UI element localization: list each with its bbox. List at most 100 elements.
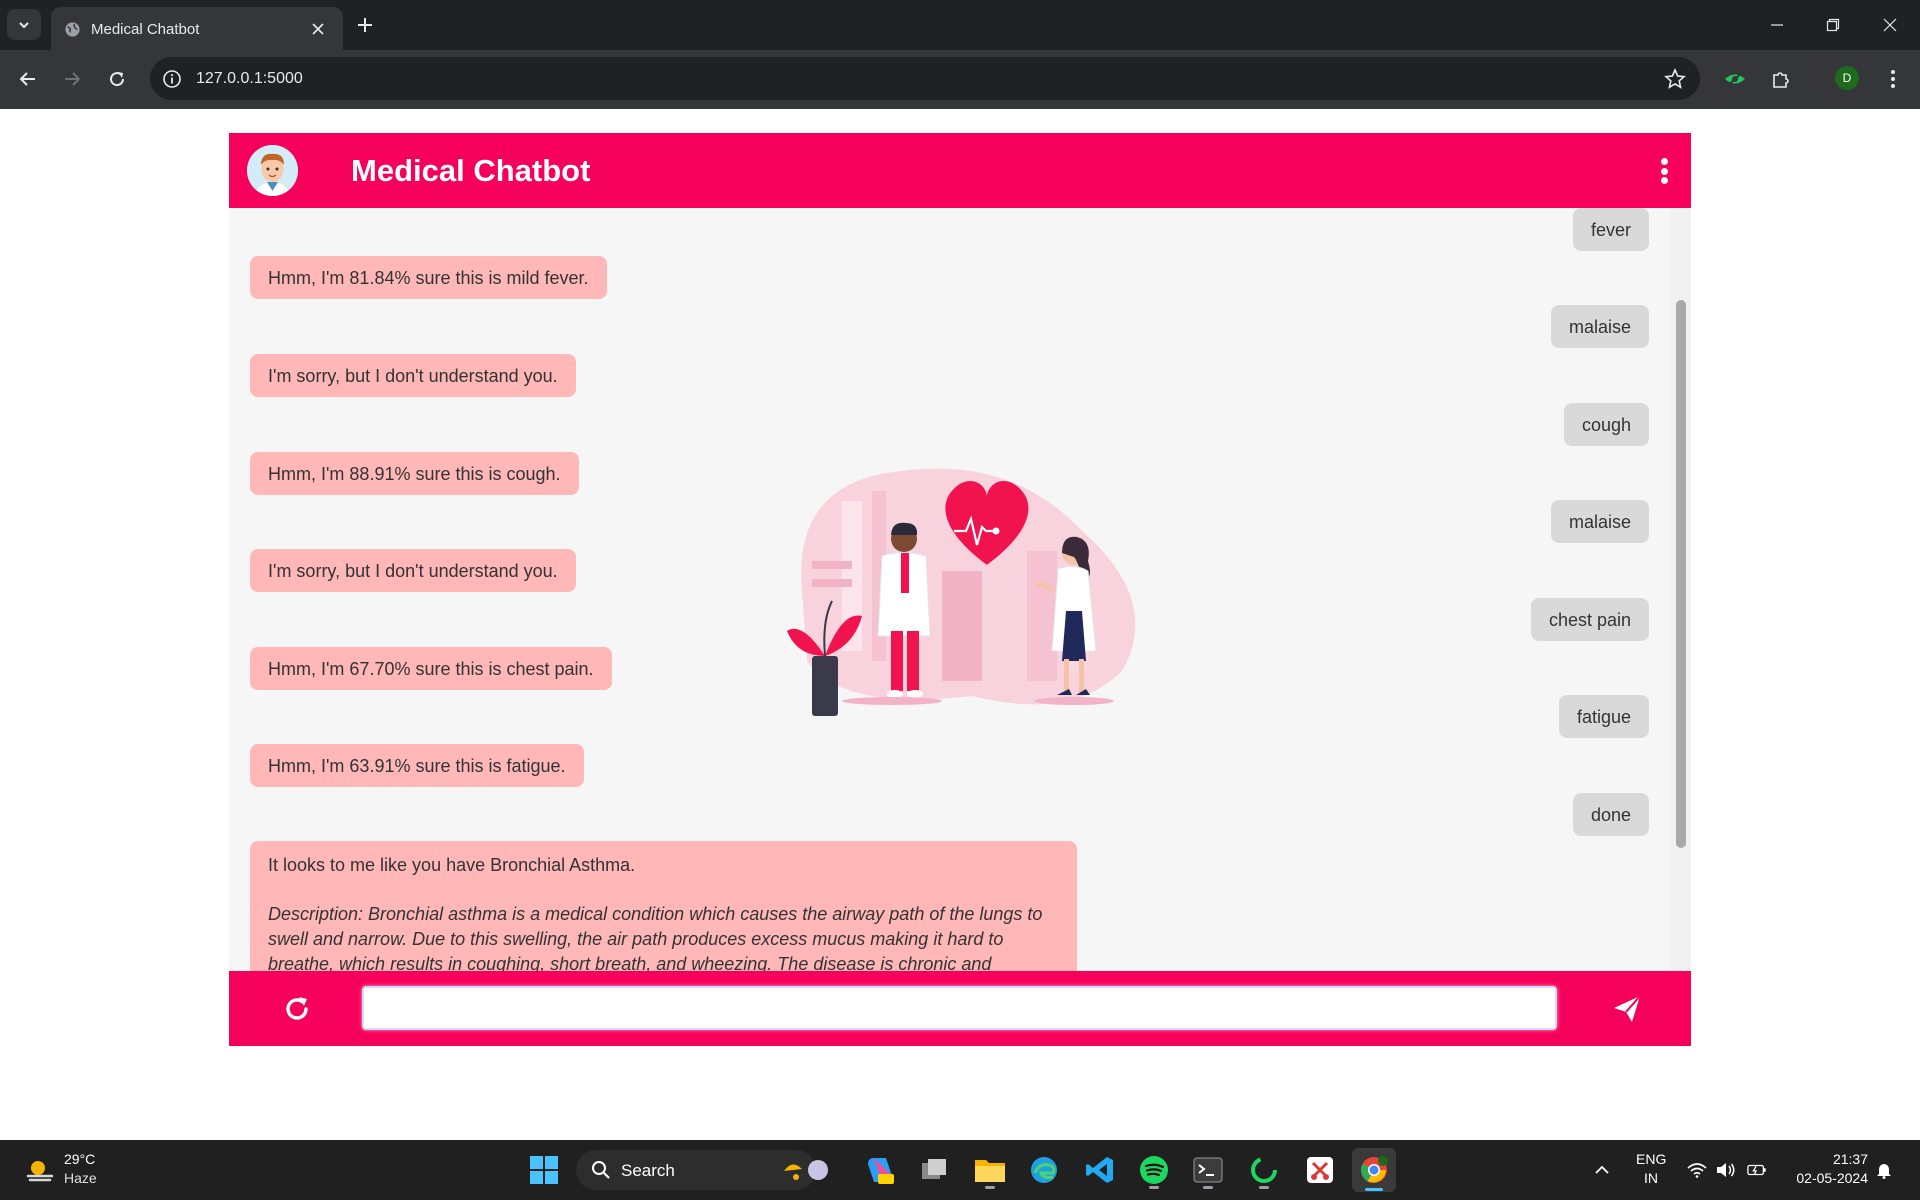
user-message: chest pain — [1530, 598, 1649, 641]
puzzle-icon — [1773, 72, 1789, 88]
browser-tab[interactable]: Medical Chatbot — [51, 7, 343, 50]
reset-chat-button[interactable] — [279, 991, 315, 1027]
kebab-dot — [1660, 167, 1668, 175]
message-input[interactable] — [362, 986, 1557, 1030]
bell-icon — [1877, 1164, 1891, 1179]
url-text[interactable]: 127.0.0.1:5000 — [196, 70, 303, 88]
show-hidden-icons-button[interactable] — [1592, 1160, 1612, 1180]
running-indicator — [985, 1186, 995, 1189]
running-indicator — [1259, 1186, 1269, 1189]
chat-footer — [229, 971, 1691, 1046]
file-explorer-icon[interactable] — [968, 1148, 1012, 1192]
language-code: ENG — [1636, 1151, 1667, 1167]
tab-list-button[interactable] — [7, 9, 41, 40]
search-highlight-icon — [784, 1160, 828, 1180]
windows-icon — [530, 1156, 558, 1184]
chevron-up-icon — [1595, 1165, 1609, 1174]
user-message: fatigue — [1558, 695, 1649, 738]
kebab-dot — [1660, 158, 1668, 165]
chat-header: Medical Chatbot — [229, 133, 1691, 208]
vscode-icon[interactable] — [1078, 1148, 1122, 1192]
info-icon[interactable] — [162, 69, 182, 89]
user-message: fever — [1572, 208, 1649, 251]
send-icon — [1614, 995, 1641, 1022]
user-message: malaise — [1550, 500, 1649, 543]
user-message: cough — [1563, 403, 1649, 446]
taskbar-clock[interactable]: 21:37 02-05-2024 — [1784, 1150, 1868, 1188]
circle-loader-icon — [1251, 1157, 1277, 1183]
weather-temperature: 29°C — [64, 1151, 96, 1167]
plus-icon — [358, 18, 372, 32]
wifi-icon[interactable] — [1687, 1160, 1707, 1180]
folder-icon — [975, 1160, 1005, 1182]
tab-title: Medical Chatbot — [91, 21, 200, 38]
address-bar[interactable]: 127.0.0.1:5000 — [150, 57, 1700, 100]
copilot-app-icon[interactable] — [858, 1148, 902, 1192]
bot-message: Hmm, I'm 81.84% sure this is mild fever. — [250, 256, 607, 299]
user-message: malaise — [1550, 305, 1649, 348]
windows-taskbar: 29°C Haze Search ENG IN 21:37 02-05-2024 — [0, 1140, 1920, 1200]
forward-icon — [65, 72, 81, 86]
chevron-down-icon — [19, 21, 29, 28]
close-icon — [312, 23, 324, 35]
task-view-icon[interactable] — [912, 1148, 956, 1192]
doctor-avatar-icon — [247, 145, 298, 196]
bot-message: Hmm, I'm 88.91% sure this is cough. — [250, 452, 579, 495]
bot-message: Hmm, I'm 63.91% sure this is fatigue. — [250, 744, 584, 787]
extension-eye-button[interactable] — [1720, 64, 1750, 94]
edge-icon[interactable] — [1022, 1148, 1066, 1192]
diagnosis-text: It looks to me like you have Bronchial A… — [268, 855, 636, 875]
scrollbar-thumb[interactable] — [1676, 300, 1686, 848]
restore-button[interactable] — [1818, 10, 1848, 40]
copilot-icon — [868, 1158, 894, 1184]
browser-menu-button[interactable] — [1878, 64, 1908, 94]
profile-avatar[interactable]: D — [1835, 66, 1859, 90]
browser-toolbar: 127.0.0.1:5000 D — [0, 50, 1920, 109]
running-indicator — [1203, 1186, 1213, 1189]
bot-diagnosis-message: It looks to me like you have Bronchial A… — [250, 841, 1077, 971]
search-label: Search — [621, 1161, 675, 1180]
chat-window: Medical Chatbot fever Hmm, I'm 81.84% su… — [229, 133, 1691, 1046]
chat-title: Medical Chatbot — [351, 153, 591, 188]
clock-date: 02-05-2024 — [1796, 1170, 1868, 1186]
menu-icon — [1891, 70, 1895, 88]
bot-message: I'm sorry, but I don't understand you. — [250, 354, 576, 397]
minimize-button[interactable] — [1762, 10, 1792, 40]
search-icon — [592, 1161, 610, 1179]
send-button[interactable] — [1607, 989, 1647, 1029]
kebab-dot — [1660, 177, 1668, 184]
forward-button[interactable] — [57, 64, 87, 94]
taskbar-search[interactable]: Search — [576, 1150, 828, 1190]
chrome-icon[interactable] — [1352, 1148, 1396, 1192]
battery-icon[interactable] — [1747, 1160, 1767, 1180]
snipping-icon — [1307, 1157, 1333, 1183]
chrome-icon — [1360, 1156, 1388, 1183]
wifi-icon — [1687, 1163, 1707, 1178]
terminal-icon[interactable] — [1186, 1148, 1230, 1192]
close-window-button[interactable] — [1875, 10, 1905, 40]
tab-close-button[interactable] — [307, 18, 329, 40]
spotify-icon — [1140, 1156, 1168, 1184]
minimize-icon — [1771, 24, 1783, 26]
weather-widget[interactable]: 29°C Haze — [22, 1150, 142, 1192]
task-view-icon — [922, 1159, 946, 1179]
loader-app-icon[interactable] — [1242, 1148, 1286, 1192]
back-button[interactable] — [13, 64, 43, 94]
close-icon — [1883, 18, 1897, 32]
diagnosis-description: Description: Bronchial asthma is a medic… — [268, 904, 1043, 971]
language-indicator[interactable]: ENG IN — [1636, 1150, 1666, 1188]
message-list[interactable]: fever Hmm, I'm 81.84% sure this is mild … — [229, 208, 1691, 971]
start-button[interactable] — [522, 1148, 566, 1192]
reload-button[interactable] — [102, 64, 132, 94]
notifications-button[interactable] — [1874, 1160, 1894, 1180]
new-tab-button[interactable] — [352, 12, 378, 38]
terminal-icon — [1193, 1157, 1223, 1183]
star-icon[interactable] — [1664, 68, 1686, 90]
extensions-button[interactable] — [1766, 64, 1796, 94]
volume-icon[interactable] — [1716, 1160, 1736, 1180]
snipping-tool-icon[interactable] — [1298, 1148, 1342, 1192]
edge-icon — [1031, 1157, 1057, 1183]
chat-options-button[interactable] — [1649, 155, 1679, 187]
spotify-icon[interactable] — [1132, 1148, 1176, 1192]
browser-tab-strip: Medical Chatbot — [0, 0, 1920, 50]
